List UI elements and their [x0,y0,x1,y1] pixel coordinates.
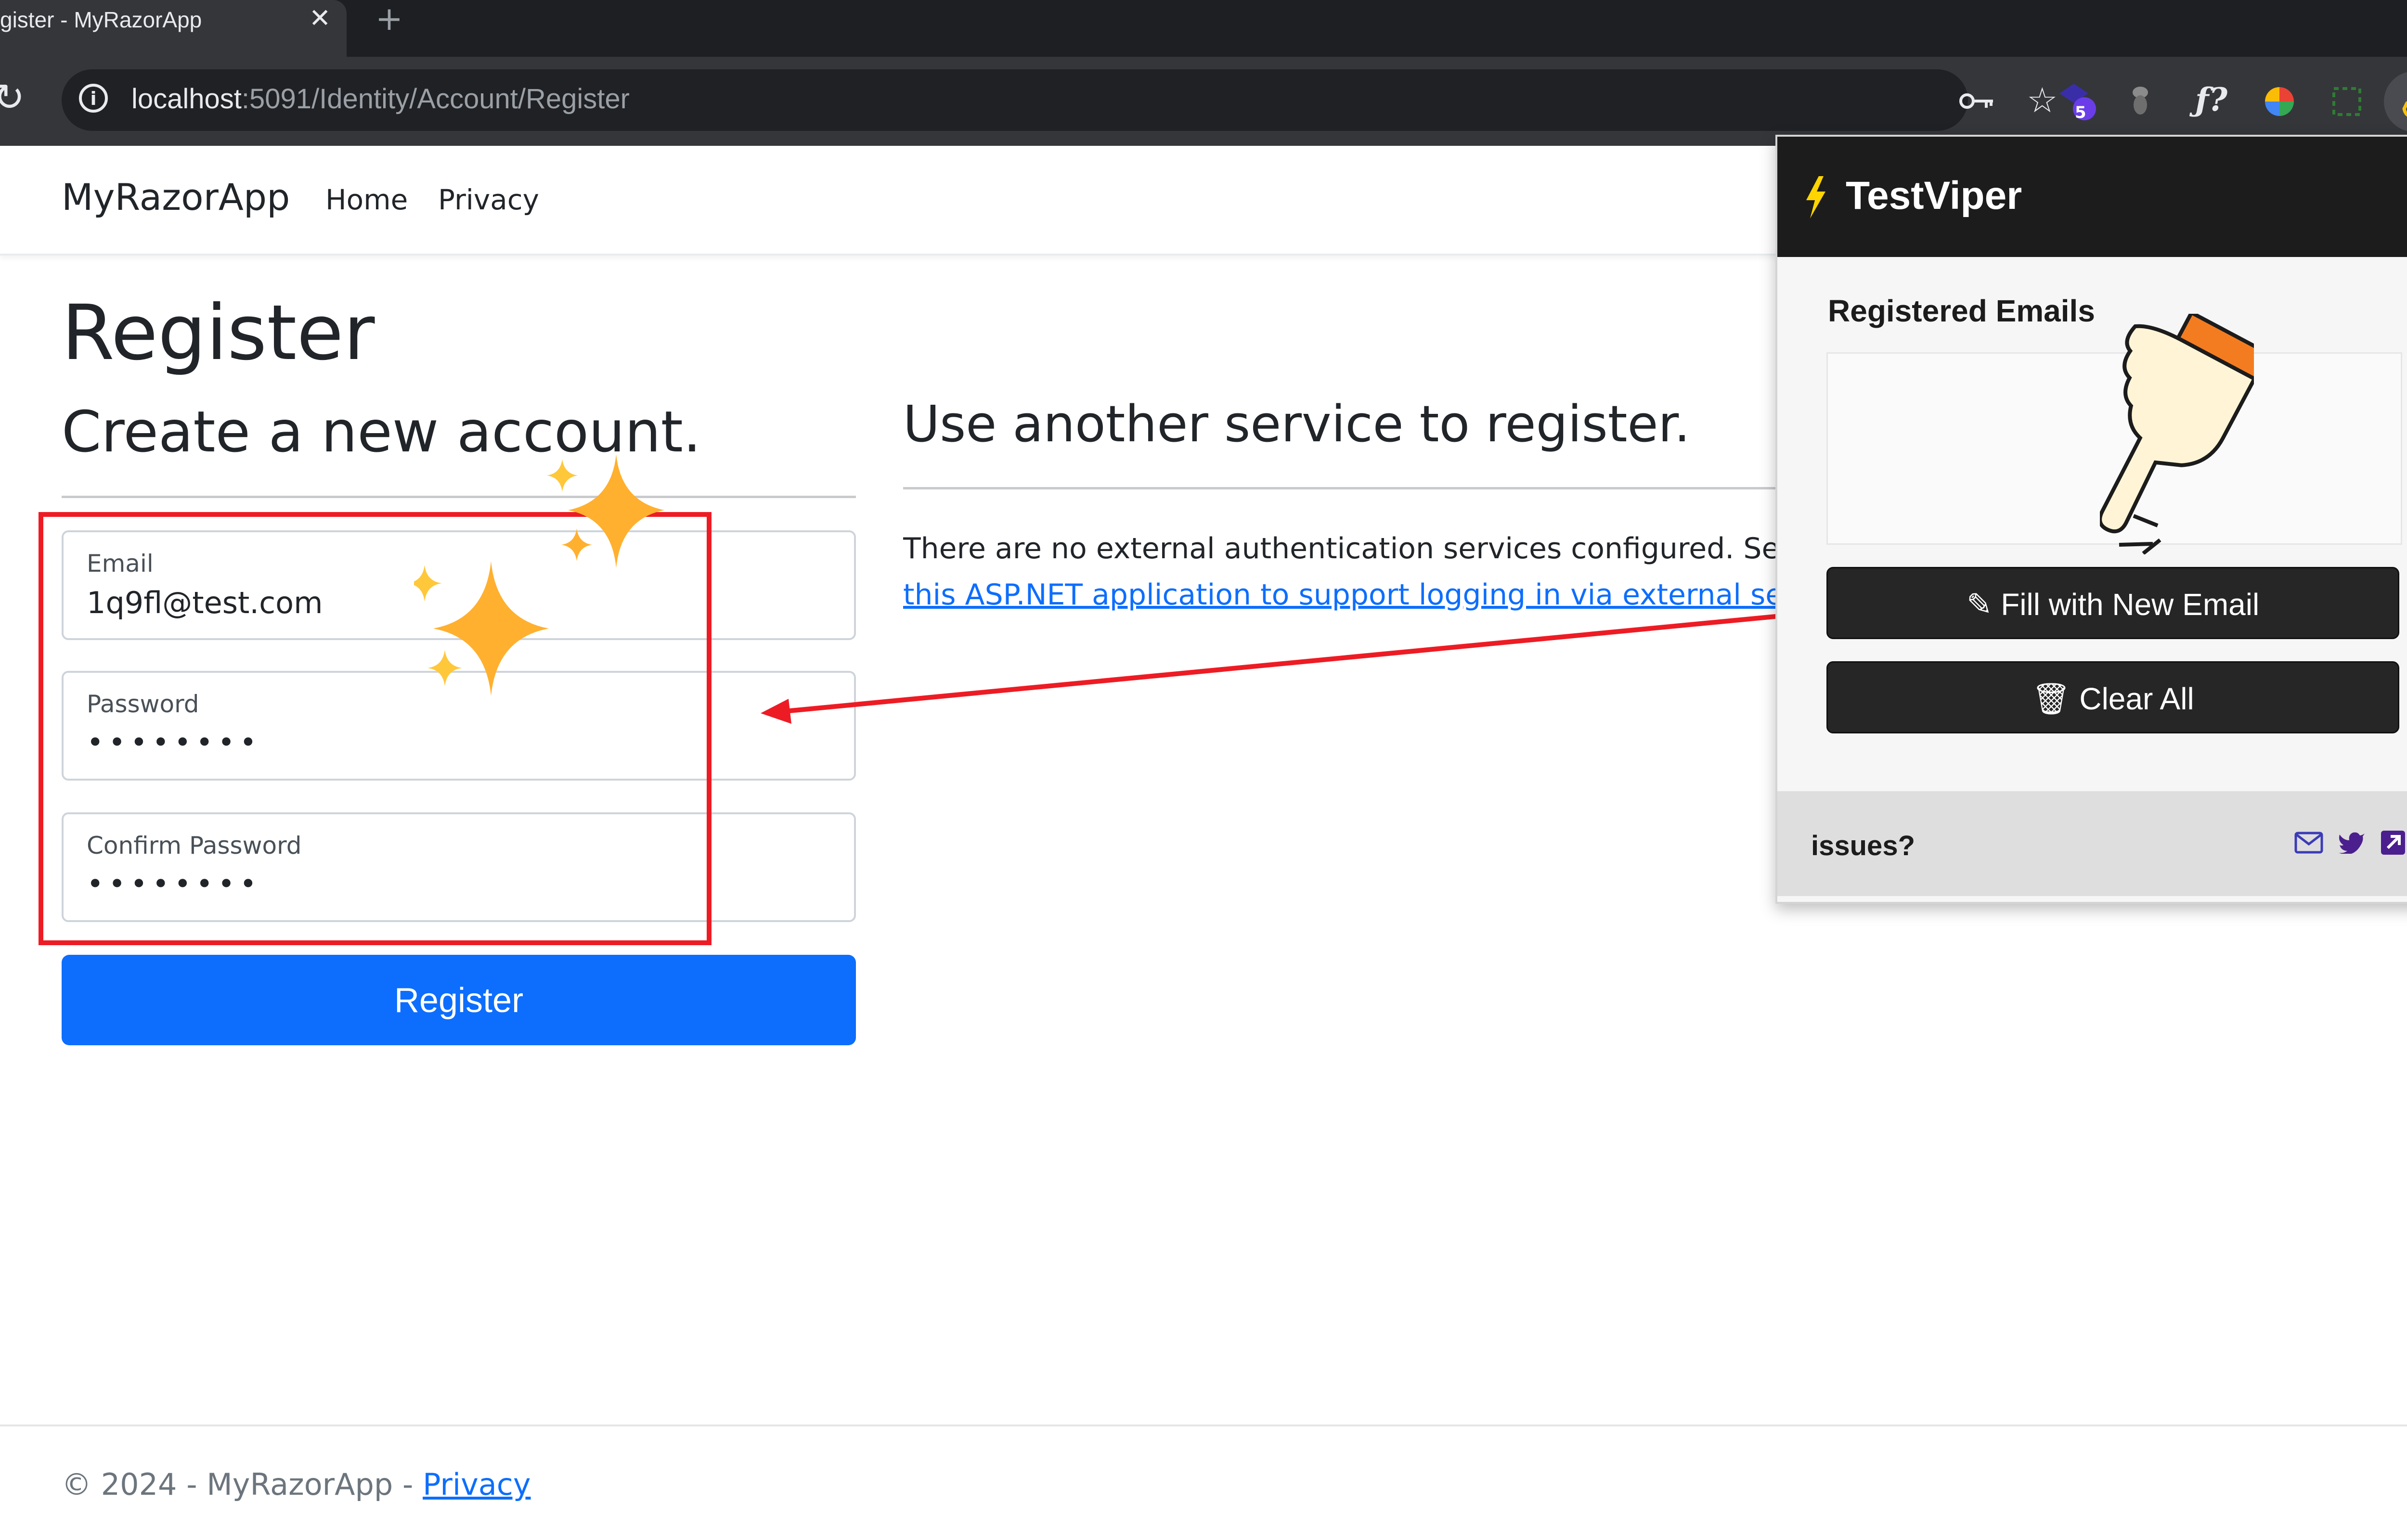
browser-tab-bar: gister - MyRazorApp ✕ + [0,0,2407,57]
new-tab-button[interactable]: + [375,0,403,38]
page-footer: © 2024 - MyRazorApp - Privacy [62,1467,531,1502]
page-title: Register [62,289,375,377]
issues-text: issues? [1811,830,1915,861]
popup-header: TestViper [1777,137,2407,257]
popup-footer: issues? [1777,791,2407,896]
nav-privacy-link[interactable]: Privacy [438,183,539,216]
link-chain-icon [2402,101,2407,117]
footer-privacy-link[interactable]: Privacy [423,1467,531,1502]
fill-button-label: Fill with New Email [2001,587,2260,622]
clear-button-label: Clear All [2079,681,2194,716]
address-bar[interactable]: i localhost:5091/Identity/Account/Regist… [62,69,2058,131]
pointing-hand-icon [2100,314,2254,554]
external-heading: Use another service to register. [903,395,1690,453]
twitter-icon[interactable] [2339,831,2366,854]
annotation-arrow [761,601,1912,724]
external-link-icon[interactable] [2380,830,2406,856]
sparkle-icon [414,454,664,696]
screenshot-extension-icon[interactable] [2330,85,2364,118]
font-extension-icon[interactable]: ƒ? [2195,81,2227,118]
trash-icon: 🗑 [2032,681,2080,716]
bookmark-star-icon[interactable]: ☆ [2027,80,2058,120]
mail-icon[interactable] [2294,832,2323,854]
clear-all-button[interactable]: 🗑 Clear All [1826,661,2399,733]
register-button[interactable]: Register [62,955,856,1045]
testviper-extension-button[interactable] [2384,71,2407,132]
fill-with-new-email-button[interactable]: ✎ Fill with New Email [1826,567,2399,639]
password-key-icon[interactable] [1958,90,1995,112]
brand-link[interactable]: MyRazorApp [62,176,290,218]
acorn-extension-icon[interactable] [2130,84,2151,117]
site-info-icon[interactable]: i [79,84,108,113]
footer-divider [0,1424,2407,1426]
browser-tab[interactable]: gister - MyRazorApp ✕ [0,0,347,57]
pencil-icon: ✎ [1966,587,2001,622]
nav-home-link[interactable]: Home [325,183,408,216]
popup-title: TestViper [1846,174,2022,218]
testviper-popup: TestViper Registered Emails ✎ Fill with … [1775,135,2407,904]
tab-title: gister - MyRazorApp [0,7,202,32]
copyright-text: © 2024 - MyRazorApp - [62,1467,423,1502]
extension-badge: 5 [2075,103,2086,122]
reload-icon[interactable]: ↻ [0,76,25,119]
url-text[interactable]: localhost:5091/Identity/Account/Register [131,83,630,115]
external-services-message: There are no external authentication ser… [903,532,1779,565]
color-picker-extension-icon[interactable] [2263,85,2296,118]
lightning-bolt-icon [1806,176,1825,218]
browser-toolbar: ↻ i localhost:5091/Identity/Account/Regi… [0,57,2407,146]
tab-close-icon[interactable]: ✕ [309,3,331,33]
external-divider [903,487,1779,489]
registered-emails-title: Registered Emails [1828,294,2095,328]
